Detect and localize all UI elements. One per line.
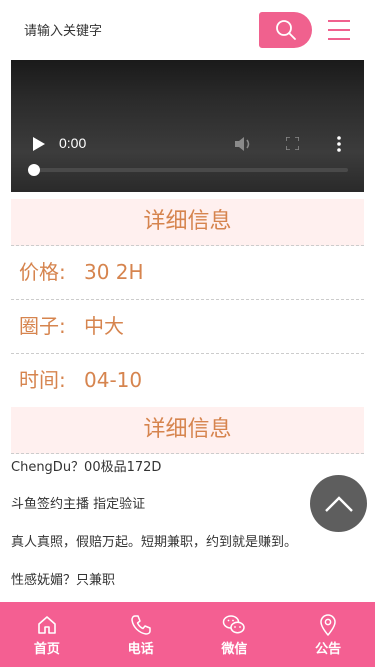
info-value: 中大: [84, 314, 124, 338]
info-row-time: 时间: 04-10: [11, 354, 364, 408]
nav-label: 微信: [221, 642, 248, 657]
search-icon: [275, 20, 296, 40]
detail-text: 性感妩媚？只兼职: [11, 573, 116, 588]
info-value: 04-10: [84, 368, 143, 392]
phone-icon: [130, 615, 151, 635]
info-label: 圈子:: [19, 314, 66, 338]
nav-label: 电话: [127, 642, 154, 657]
top-bar: [0, 0, 375, 60]
section-title-details: 详细信息: [11, 199, 364, 246]
chevron-up-icon: [324, 495, 353, 512]
volume-icon[interactable]: [235, 136, 253, 152]
hamburger-icon-line: [328, 38, 350, 40]
play-icon[interactable]: [33, 137, 45, 151]
nav-label: 公告: [315, 642, 342, 657]
video-player[interactable]: 0:00: [11, 60, 364, 192]
more-options-icon[interactable]: [336, 136, 342, 152]
fullscreen-icon[interactable]: [286, 137, 299, 150]
search-button[interactable]: [259, 12, 312, 48]
info-row-circle: 圈子: 中大: [11, 300, 364, 354]
info-label: 价格:: [19, 260, 66, 284]
detail-text: 斗鱼签约主播 指定验证: [11, 497, 146, 512]
location-pin-icon: [320, 614, 336, 636]
wechat-icon: [223, 615, 246, 634]
detail-text: 真人真照，假赔万起。短期兼职，约到就是赚到。: [11, 535, 298, 550]
nav-item-notice[interactable]: 公告: [281, 602, 375, 667]
info-label: 时间:: [19, 368, 66, 392]
video-progress-bar[interactable]: [33, 168, 348, 172]
nav-label: 首页: [33, 642, 60, 657]
nav-item-wechat[interactable]: 微信: [188, 602, 282, 667]
menu-button[interactable]: [326, 16, 354, 44]
section-title-details-2: 详细信息: [11, 407, 364, 454]
nav-item-phone[interactable]: 电话: [94, 602, 188, 667]
bottom-nav: 首页 电话 微信 公告: [0, 602, 375, 667]
nav-item-home[interactable]: 首页: [0, 602, 94, 667]
hamburger-icon-line: [328, 29, 350, 31]
detail-text: ChengDu？00极品172D: [11, 460, 162, 475]
hamburger-icon: [328, 20, 350, 22]
search-input[interactable]: [14, 14, 274, 48]
video-time: 0:00: [59, 135, 87, 151]
video-progress-handle[interactable]: [28, 164, 40, 176]
info-value: 30 2H: [84, 260, 144, 284]
info-row-price: 价格: 30 2H: [11, 246, 364, 300]
home-icon: [38, 616, 56, 634]
back-to-top-button[interactable]: [310, 475, 367, 532]
